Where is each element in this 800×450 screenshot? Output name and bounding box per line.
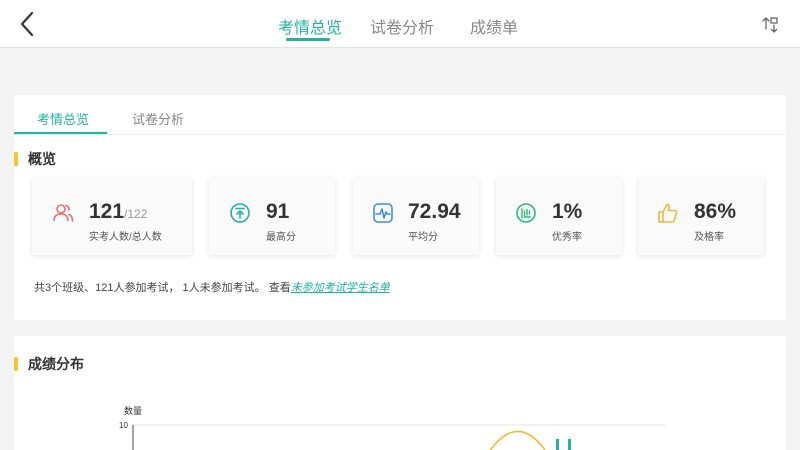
top-nav-bar: 考情总览 试卷分析 成绩单 (0, 0, 800, 48)
stat-card-pass-rate: 86% 及格率 (638, 177, 764, 255)
thumbs-up-icon (658, 203, 678, 223)
stat-label: 实考人数/总人数 (89, 232, 162, 243)
inner-tab-indicator (14, 132, 107, 134)
chart-bar (568, 439, 571, 450)
swap-icon[interactable] (760, 14, 780, 34)
back-button[interactable] (14, 10, 42, 38)
summary-text: 共3个班级、121人参加考试， 1人未参加考试。 查看 (34, 282, 291, 294)
section-marker (14, 152, 18, 166)
stat-total: /122 (124, 207, 148, 221)
stat-card-excellent: 1% 优秀率 (496, 177, 622, 255)
stat-label: 及格率 (694, 232, 724, 243)
exam-summary: 共3个班级、121人参加考试， 1人未参加考试。 查看未参加考试学生名单 (34, 279, 390, 295)
stat-value: 91 (266, 200, 290, 223)
excellent-icon (516, 203, 536, 223)
stat-value: 121/122 (89, 200, 148, 223)
y-tick-label: 10 (119, 421, 128, 430)
chevron-left-icon (20, 11, 34, 37)
pulse-icon (373, 203, 393, 223)
chart-bar (556, 439, 559, 450)
tab-paper-analysis-inner[interactable]: 试卷分析 (132, 109, 184, 128)
stat-card-attendance: 121/122 实考人数/总人数 (32, 177, 192, 255)
active-tab-indicator (286, 38, 330, 41)
tab-report-card[interactable]: 成绩单 (470, 14, 518, 38)
distribution-card: 成绩分布 数量 10 (14, 336, 786, 450)
stat-label: 优秀率 (552, 232, 582, 243)
arrow-up-circle-icon (230, 203, 250, 223)
tab-paper-analysis[interactable]: 试卷分析 (370, 14, 434, 38)
stat-card-average: 72.94 平均分 (353, 177, 479, 255)
distribution-curve (489, 430, 546, 450)
stat-label: 平均分 (408, 232, 438, 243)
stat-value: 86% (694, 200, 737, 223)
overview-section-title: 概览 (28, 151, 56, 167)
overview-tab-bar: 考情总览 试卷分析 (14, 95, 786, 135)
users-icon (53, 204, 74, 222)
overview-card: 考情总览 试卷分析 概览 121/122 实考人数/总人数 91 最高分 72.… (14, 95, 786, 320)
stat-value: 1% (552, 200, 583, 223)
stat-value: 72.94 (408, 200, 461, 223)
y-axis-title: 数量 (124, 405, 142, 416)
overview-section-header: 概览 (14, 149, 56, 169)
stat-card-highest: 91 最高分 (209, 177, 335, 255)
absent-students-link[interactable]: 未参加考试学生名单 (291, 282, 390, 294)
tab-exam-overview[interactable]: 考情总览 (278, 14, 342, 38)
score-distribution-chart: 数量 10 (119, 405, 666, 450)
tab-overview-inner[interactable]: 考情总览 (37, 109, 89, 128)
stat-label: 最高分 (266, 232, 296, 243)
